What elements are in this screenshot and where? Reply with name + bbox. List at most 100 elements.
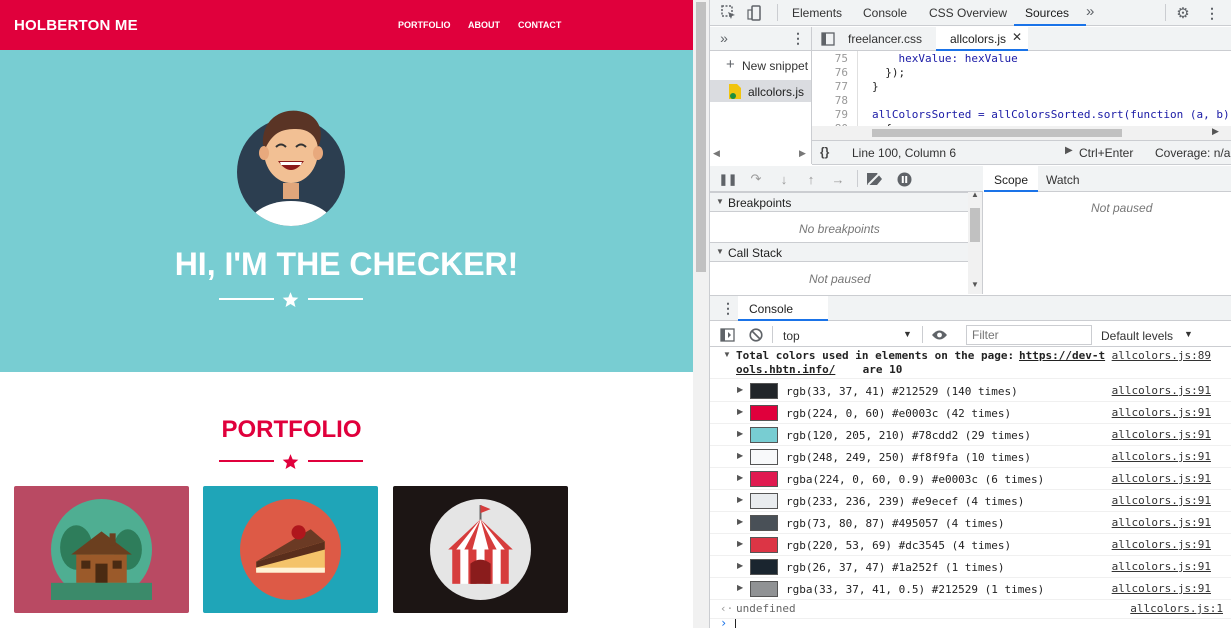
scroll-right-icon[interactable]: ▶ (1212, 126, 1219, 137)
summary-link-continued[interactable]: ools.hbtn.info/ (736, 363, 835, 376)
console-color-row[interactable]: ▶ rgb(26, 37, 47) #1a252f (1 times) allcol… (710, 556, 1231, 578)
tab-css-overview[interactable]: CSS Overview (929, 6, 1007, 20)
live-expression-eye-icon[interactable] (929, 326, 949, 344)
source-link[interactable]: allcolors.js:1 (1130, 602, 1223, 615)
editor-hscroll[interactable]: ▶ (812, 126, 1231, 140)
source-link[interactable]: allcolors.js:91 (1112, 450, 1211, 463)
step-icon[interactable]: → (830, 171, 846, 187)
tab-console[interactable]: Console (863, 6, 907, 20)
editor-hscroll-thumb[interactable] (872, 129, 1122, 137)
chevron-double-right-icon[interactable]: » (716, 30, 732, 46)
source-link[interactable]: allcolors.js:91 (1112, 538, 1211, 551)
expand-triangle-icon[interactable]: ▼ (723, 350, 731, 359)
context-selector[interactable]: top ▼ (776, 324, 918, 345)
console-sidebar-icon[interactable] (718, 326, 736, 344)
navigator-menu-icon[interactable]: ⋮ (790, 30, 806, 46)
active-tab-indicator (1014, 24, 1086, 26)
nav-link-contact[interactable]: CONTACT (518, 20, 561, 30)
pause-icon[interactable]: ❚❚ (719, 171, 737, 187)
drawer-menu-icon[interactable]: ⋮ (720, 300, 736, 316)
scrollbar-thumb[interactable] (696, 2, 706, 272)
source-link[interactable]: allcolors.js:89 (1112, 349, 1211, 362)
portfolio-card-circus[interactable] (393, 486, 568, 613)
expand-triangle-icon[interactable]: ▶ (737, 495, 743, 504)
code-editor[interactable]: 75 hexValue: hexValue 76 }); 77 } 78 79 … (812, 51, 1231, 137)
pretty-print-button[interactable]: {} (820, 145, 829, 159)
source-link[interactable]: allcolors.js:91 (1112, 516, 1211, 529)
source-link[interactable]: allcolors.js:91 (1112, 384, 1211, 397)
deactivate-breakpoints-icon[interactable] (865, 171, 883, 187)
console-color-row[interactable]: ▶ rgb(233, 236, 239) #e9ecef (4 times) all… (710, 490, 1231, 512)
console-group-message[interactable]: ▼ Total colors used in elements on the p… (710, 347, 1231, 379)
console-color-row[interactable]: ▶ rgb(73, 80, 87) #495057 (4 times) allcol… (710, 512, 1231, 534)
scroll-left-icon[interactable]: ◀ (713, 148, 720, 159)
console-filter-input[interactable] (966, 325, 1092, 345)
expand-triangle-icon[interactable]: ▶ (737, 473, 743, 482)
page-scrollbar[interactable] (693, 0, 709, 628)
pause-on-exceptions-icon[interactable] (896, 171, 912, 187)
new-snippet-button[interactable]: + New snippet (710, 54, 811, 76)
scroll-down-icon[interactable]: ▼ (971, 280, 979, 289)
run-icon[interactable]: ▶ (1065, 145, 1073, 156)
source-link[interactable]: allcolors.js:91 (1112, 428, 1211, 441)
debugger-scrollbar[interactable]: ▲ ▼ (968, 190, 982, 294)
scrollbar-thumb[interactable] (970, 208, 980, 242)
expand-triangle-icon[interactable]: ▶ (737, 539, 743, 548)
scroll-up-icon[interactable]: ▲ (971, 190, 979, 199)
scroll-right-icon[interactable]: ▶ (799, 148, 806, 159)
inspect-element-icon[interactable] (720, 4, 738, 22)
console-color-row[interactable]: ▶ rgba(33, 37, 41, 0.5) #212529 (1 times)… (710, 578, 1231, 600)
nav-link-about[interactable]: ABOUT (468, 20, 500, 30)
portfolio-card-cabin[interactable] (14, 486, 189, 613)
tab-scope[interactable]: Scope (984, 166, 1038, 192)
step-out-icon[interactable]: ↑ (803, 171, 819, 187)
expand-triangle-icon[interactable]: ▶ (737, 407, 743, 416)
step-over-icon[interactable]: ↷ (747, 171, 765, 187)
console-color-row[interactable]: ▶ rgba(224, 0, 60, 0.9) #e0003c (6 times)… (710, 468, 1231, 490)
tab-elements[interactable]: Elements (792, 6, 842, 20)
breakpoints-section-header[interactable]: ▼ Breakpoints (710, 192, 968, 212)
more-tabs-button[interactable]: » (1086, 3, 1094, 20)
expand-triangle-icon[interactable]: ▶ (737, 451, 743, 460)
console-color-row[interactable]: ▶ rgb(33, 37, 41) #212529 (140 times) allc… (710, 380, 1231, 402)
editor-tab-allcolors-js[interactable]: allcolors.js ✕ (936, 27, 1028, 51)
source-link[interactable]: allcolors.js:91 (1112, 560, 1211, 573)
portfolio-card-cake[interactable] (203, 486, 378, 613)
tab-sources[interactable]: Sources (1025, 6, 1069, 20)
call-stack-section-header[interactable]: ▼ Call Stack (710, 242, 968, 262)
console-color-row[interactable]: ▶ rgb(120, 205, 210) #78cdd2 (29 times) al… (710, 424, 1231, 446)
expand-triangle-icon[interactable]: ▶ (737, 517, 743, 526)
source-link[interactable]: allcolors.js:91 (1112, 472, 1211, 485)
source-link[interactable]: allcolors.js:91 (1112, 582, 1211, 595)
more-options-icon[interactable]: ⋮ (1203, 4, 1221, 22)
editor-tab-bar: freelancer.css allcolors.js ✕ (812, 27, 1231, 51)
editor-tab-freelancer-css[interactable]: freelancer.css (848, 32, 922, 46)
clear-console-icon[interactable] (747, 326, 765, 344)
drawer-tab-console[interactable]: Console (738, 296, 828, 321)
expand-triangle-icon[interactable]: ▶ (737, 429, 743, 438)
tab-watch[interactable]: Watch (1046, 173, 1080, 187)
run-shortcut[interactable]: Ctrl+Enter (1079, 146, 1133, 160)
toggle-navigator-icon[interactable] (820, 31, 836, 47)
debugger-sidebar: ▼ Breakpoints No breakpoints ▼ Call Stac… (710, 190, 983, 294)
console-color-row[interactable]: ▶ rgb(224, 0, 60) #e0003c (42 times) allco… (710, 402, 1231, 424)
navigator-hscroll[interactable]: ◀ ▶ (710, 148, 811, 162)
expand-triangle-icon[interactable]: ▶ (737, 583, 743, 592)
navigator-file-item[interactable]: allcolors.js (710, 80, 811, 102)
expand-triangle-icon[interactable]: ▶ (737, 385, 743, 394)
line-number: 77 (834, 80, 848, 93)
settings-gear-icon[interactable]: ⚙ (1174, 4, 1192, 22)
console-color-row[interactable]: ▶ rgb(248, 249, 250) #f8f9fa (10 times) al… (710, 446, 1231, 468)
console-prompt[interactable]: › (710, 616, 1231, 628)
source-link[interactable]: allcolors.js:91 (1112, 406, 1211, 419)
device-toolbar-icon[interactable] (746, 4, 764, 22)
log-levels-dropdown[interactable]: Default levels ▼ (1101, 324, 1193, 345)
source-link[interactable]: allcolors.js:91 (1112, 494, 1211, 507)
console-color-row[interactable]: ▶ rgb(220, 53, 69) #dc3545 (4 times) allco… (710, 534, 1231, 556)
close-icon[interactable]: ✕ (1012, 30, 1022, 44)
summary-link[interactable]: https://dev-t (1019, 349, 1105, 362)
site-brand[interactable]: HOLBERTON ME (14, 17, 138, 34)
expand-triangle-icon[interactable]: ▶ (737, 561, 743, 570)
nav-link-portfolio[interactable]: PORTFOLIO (398, 20, 451, 30)
step-into-icon[interactable]: ↓ (776, 171, 792, 187)
